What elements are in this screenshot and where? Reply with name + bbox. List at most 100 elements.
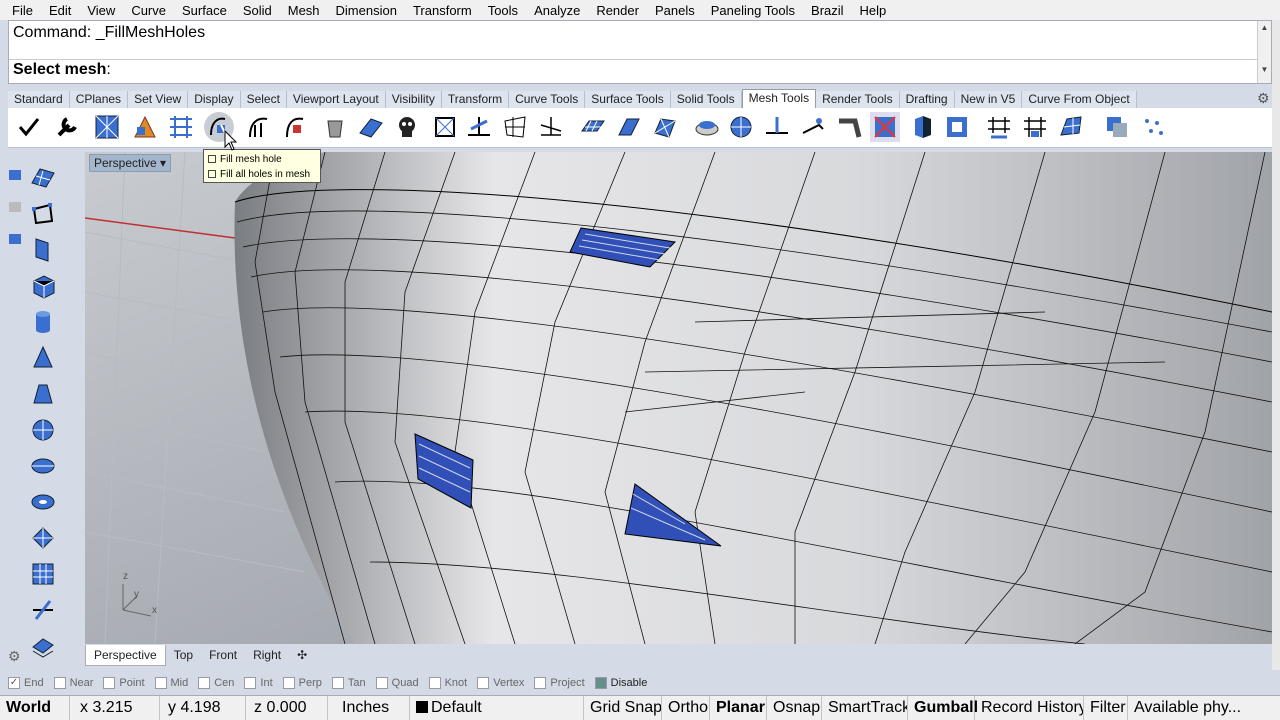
status-ortho[interactable]: Ortho — [662, 695, 710, 720]
status-layer[interactable]: Default — [410, 695, 584, 720]
viewport-tab-front[interactable]: Front — [201, 645, 245, 666]
osnap-knot-checkbox[interactable] — [428, 677, 441, 689]
osnap-int-checkbox[interactable] — [244, 677, 257, 689]
mesh-box-icon[interactable] — [430, 112, 460, 142]
osnap-knot[interactable]: Knot — [428, 677, 467, 689]
mesh-from-nurbs-icon[interactable] — [92, 112, 122, 142]
menu-brazil[interactable]: Brazil — [803, 3, 852, 18]
status-record-history[interactable]: Record History — [975, 695, 1084, 720]
osnap-tan[interactable]: Tan — [331, 677, 366, 689]
mesh-triangulate-icon[interactable] — [650, 112, 680, 142]
menu-tools[interactable]: Tools — [480, 3, 526, 18]
tab-select[interactable]: Select — [240, 91, 287, 108]
mesh-patch-icon[interactable] — [280, 112, 310, 142]
tab-transform[interactable]: Transform — [441, 91, 510, 108]
tab-surface-tools[interactable]: Surface Tools — [585, 91, 671, 108]
menu-analyze[interactable]: Analyze — [526, 3, 588, 18]
mesh-split-tool-icon[interactable] — [28, 595, 58, 625]
osnap-vertex-checkbox[interactable] — [477, 677, 490, 689]
osnap-end-checkbox[interactable]: ✓ — [8, 677, 20, 689]
mesh-boolean-icon[interactable] — [870, 112, 900, 142]
menu-file[interactable]: File — [4, 3, 41, 18]
viewport-title[interactable]: Perspective ▾ — [89, 154, 172, 172]
menu-paneling-tools[interactable]: Paneling Tools — [703, 3, 803, 18]
viewport-tab-top[interactable]: Top — [166, 645, 201, 666]
tab-drafting[interactable]: Drafting — [899, 91, 955, 108]
fill-all-holes-icon[interactable] — [244, 112, 274, 142]
osnap-near-checkbox[interactable] — [53, 677, 66, 689]
mesh-to-nurbs-icon[interactable] — [1056, 112, 1086, 142]
osnap-perp[interactable]: Perp — [282, 677, 322, 689]
mesh-offset-icon[interactable] — [798, 112, 828, 142]
window-scrollbar[interactable] — [1272, 20, 1280, 670]
mesh-cylinder-icon[interactable] — [28, 307, 58, 337]
mesh-analysis-icon[interactable] — [130, 112, 160, 142]
osnap-int[interactable]: Int — [244, 677, 273, 689]
perspective-viewport[interactable]: Perspective ▾ z y x — [85, 152, 1272, 644]
checkmark-icon[interactable] — [14, 112, 44, 142]
tab-solid-tools[interactable]: Solid Tools — [670, 91, 742, 108]
tab-mesh-tools[interactable]: Mesh Tools — [741, 89, 817, 108]
mesh-plane-tool-icon[interactable] — [28, 163, 58, 193]
tab-new-in-v5[interactable]: New in V5 — [954, 91, 1023, 108]
osnap-cen[interactable]: Cen — [198, 677, 234, 689]
mesh-pipe-icon[interactable] — [834, 112, 864, 142]
mesh-disk-icon[interactable] — [692, 112, 722, 142]
mesh-sphere-tool-icon[interactable] — [28, 415, 58, 445]
mesh-grid-icon[interactable] — [28, 559, 58, 589]
add-viewport-tab-icon[interactable]: ✣ — [289, 645, 315, 666]
command-prompt[interactable]: Select mesh: — [13, 61, 111, 79]
mesh-flat-icon[interactable] — [578, 112, 608, 142]
osnap-cen-checkbox[interactable] — [198, 677, 211, 689]
osnap-project[interactable]: Project — [534, 677, 585, 689]
mesh-from-points-icon[interactable] — [28, 523, 58, 553]
tab-render-tools[interactable]: Render Tools — [816, 91, 900, 108]
mesh-reduce-icon[interactable] — [942, 112, 972, 142]
osnap-mid-checkbox[interactable] — [154, 677, 167, 689]
status-gumball[interactable]: Gumball — [908, 695, 978, 720]
status-osnap[interactable]: Osnap — [767, 695, 822, 720]
menu-mesh[interactable]: Mesh — [280, 3, 328, 18]
viewport-tab-right[interactable]: Right — [245, 645, 289, 666]
tab-curve-from-object[interactable]: Curve From Object — [1022, 91, 1137, 108]
mesh-truncated-cone-icon[interactable] — [28, 379, 58, 409]
menu-transform[interactable]: Transform — [405, 3, 480, 18]
mesh-surface-icon[interactable] — [614, 112, 644, 142]
mesh-repair-icon[interactable] — [1020, 112, 1050, 142]
osnap-disable[interactable]: Disable — [594, 677, 647, 689]
menu-panels[interactable]: Panels — [647, 3, 703, 18]
mesh-scatter-icon[interactable] — [1138, 112, 1168, 142]
mesh-wall-icon[interactable] — [908, 112, 938, 142]
menu-solid[interactable]: Solid — [235, 3, 280, 18]
mesh-weld-icon[interactable] — [536, 112, 566, 142]
osnap-point[interactable]: Point — [103, 677, 145, 689]
mesh-box-tool-icon[interactable] — [28, 271, 58, 301]
osnap-disable-checkbox[interactable] — [594, 677, 607, 689]
command-scrollbar[interactable]: ▲ ▼ — [1257, 21, 1271, 83]
osnap-mid[interactable]: Mid — [154, 677, 188, 689]
tab-standard[interactable]: Standard — [8, 91, 70, 108]
mesh-torus-icon[interactable] — [28, 487, 58, 517]
status-planar[interactable]: Planar — [710, 695, 767, 720]
mesh-sphere-icon[interactable] — [726, 112, 756, 142]
tab-set-view[interactable]: Set View — [128, 91, 189, 108]
menu-edit[interactable]: Edit — [41, 3, 79, 18]
menu-dimension[interactable]: Dimension — [328, 3, 405, 18]
mesh-layer-icon[interactable] — [28, 631, 58, 661]
menu-view[interactable]: View — [79, 3, 123, 18]
osnap-project-checkbox[interactable] — [534, 677, 547, 689]
status-grid-snap[interactable]: Grid Snap — [584, 695, 662, 720]
osnap-perp-checkbox[interactable] — [282, 677, 295, 689]
osnap-point-checkbox[interactable] — [103, 677, 116, 689]
mesh-cone-icon[interactable] — [28, 343, 58, 373]
status-smarttrack[interactable]: SmartTrack — [822, 695, 908, 720]
osnap-tan-checkbox[interactable] — [331, 677, 344, 689]
mesh-cut-icon[interactable] — [762, 112, 792, 142]
sidebar-tab-strip[interactable] — [6, 160, 26, 250]
osnap-end[interactable]: ✓ End — [8, 677, 44, 689]
menu-help[interactable]: Help — [852, 3, 895, 18]
status-filter[interactable]: Filter — [1084, 695, 1128, 720]
tab-viewport-layout[interactable]: Viewport Layout — [286, 91, 386, 108]
viewport-tab-perspective[interactable]: Perspective — [85, 645, 166, 666]
mesh-split-icon[interactable] — [166, 112, 196, 142]
